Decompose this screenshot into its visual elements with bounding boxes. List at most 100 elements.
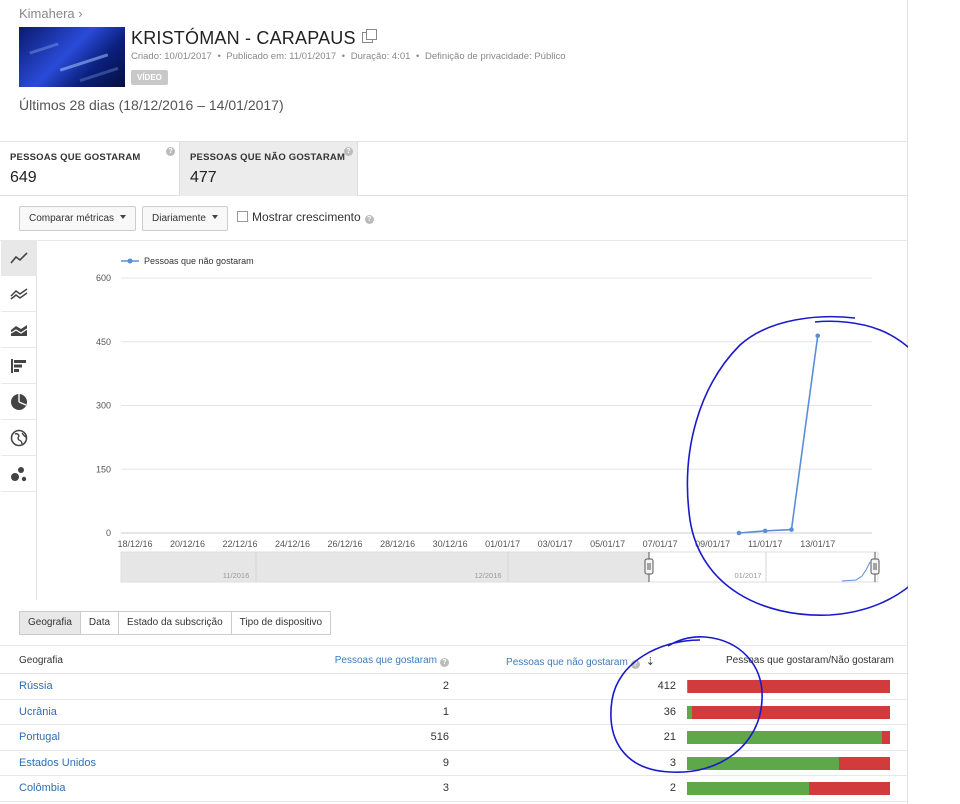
created-date: Criado: 10/01/2017: [131, 51, 212, 62]
table-header: Geografia Pessoas que gostaram? Pessoas …: [0, 645, 907, 674]
help-icon[interactable]: ?: [630, 660, 640, 669]
header-dislikes[interactable]: Pessoas que não gostaram? ⇣: [506, 655, 655, 669]
compare-metrics-label: Comparar métricas: [29, 213, 115, 224]
video-thumbnail[interactable]: [19, 27, 125, 87]
interval-label: Diariamente: [152, 213, 206, 224]
metric-tabs: PESSOAS QUE GOSTARAM 649 ? PESSOAS QUE N…: [0, 141, 907, 196]
ratio-bar-likes: [687, 705, 693, 719]
x-tick-label: 01/01/17: [485, 539, 520, 549]
ratio-bar-likes: [687, 782, 809, 796]
tab-date[interactable]: Data: [80, 611, 120, 635]
ratio-bar-likes: [687, 756, 840, 770]
table-row: Ucrânia 1 36: [0, 700, 907, 726]
data-point[interactable]: [789, 527, 794, 532]
header-likes[interactable]: Pessoas que gostaram?: [335, 655, 449, 667]
help-icon[interactable]: ?: [344, 147, 353, 156]
tab-device-type[interactable]: Tipo de dispositivo: [231, 611, 332, 635]
legend-marker: [127, 258, 133, 264]
navigator-handle[interactable]: [644, 558, 654, 575]
breadcrumb[interactable]: Kimahera ›: [19, 6, 83, 21]
country-link[interactable]: Estados Unidos: [19, 757, 96, 769]
x-tick-label: 07/01/17: [643, 539, 678, 549]
help-icon[interactable]: ?: [440, 658, 449, 667]
dimension-tabs: Geografia Data Estado da subscrição Tipo…: [19, 611, 332, 635]
likes-value: 3: [442, 782, 449, 795]
ratio-bar: [687, 731, 890, 745]
x-tick-label: 24/12/16: [275, 539, 310, 549]
likes-value: 2: [442, 680, 449, 692]
tab-geography[interactable]: Geografia: [19, 611, 81, 635]
published-date: Publicado em: 11/01/2017: [226, 51, 337, 62]
meta-separator: •: [341, 51, 346, 62]
date-range[interactable]: Últimos 28 dias (18/12/2016 – 14/01/2017…: [19, 97, 284, 113]
dislikes-value: 412: [657, 680, 676, 692]
metric-value: 649: [10, 169, 37, 186]
video-title-text: KRISTÓMAN - CARAPAUS: [131, 28, 356, 48]
dislikes-value: 36: [663, 705, 676, 718]
x-tick-label: 09/01/17: [695, 539, 730, 549]
growth-checkbox[interactable]: [237, 211, 248, 222]
page-margin: [908, 0, 960, 804]
ratio-bar: [687, 680, 890, 693]
navigator-masked: [121, 552, 649, 582]
x-tick-label: 26/12/16: [328, 539, 363, 549]
interval-dropdown[interactable]: Diariamente: [142, 206, 228, 231]
data-point[interactable]: [736, 530, 742, 536]
meta-separator: •: [416, 51, 420, 62]
geography-table: Geografia Pessoas que gostaram? Pessoas …: [0, 645, 907, 802]
header-ratio: Pessoas que gostaram/Não gostaram: [726, 655, 894, 666]
show-growth-toggle[interactable]: Mostrar crescimento?: [237, 210, 374, 224]
country-link[interactable]: Colômbia: [19, 782, 65, 794]
y-tick-label: 150: [96, 464, 111, 474]
sort-desc-icon[interactable]: ⇣: [646, 655, 655, 668]
table-row: Estados Unidos 9 3: [0, 751, 907, 777]
metric-label: PESSOAS QUE NÃO GOSTARAM: [190, 152, 346, 163]
country-link[interactable]: Rússia: [19, 680, 53, 692]
table-body: Rússia 2 412 Ucrânia 1 36 Portugal 516 21 Estados…: [0, 674, 907, 802]
compare-metrics-button[interactable]: Comparar métricas: [19, 206, 137, 231]
navigator-label: 11/2016: [223, 571, 250, 580]
metric-likes[interactable]: PESSOAS QUE GOSTARAM 649 ?: [0, 142, 179, 196]
dislikes-value: 2: [669, 782, 676, 795]
ratio-bar: [687, 705, 890, 719]
help-icon[interactable]: ?: [364, 215, 374, 224]
likes-value: 1: [442, 705, 449, 718]
table-row: Rússia 2 412: [0, 674, 907, 700]
x-tick-label: 20/12/16: [170, 539, 205, 549]
navigator-label: 12/2016: [474, 571, 501, 580]
y-tick-label: 0: [106, 528, 111, 538]
x-tick-label: 11/01/17: [748, 539, 782, 549]
chevron-down-icon: [120, 215, 127, 219]
likes-value: 9: [442, 756, 449, 769]
likes-value: 516: [430, 731, 449, 744]
metric-value: 477: [190, 169, 217, 186]
x-tick-label: 28/12/16: [380, 539, 415, 549]
navigator-handle[interactable]: [870, 558, 880, 575]
series-line: [738, 335, 819, 534]
help-icon[interactable]: ?: [166, 147, 175, 156]
country-link[interactable]: Ucrânia: [19, 706, 57, 718]
ratio-bar: [687, 756, 890, 770]
metric-dislikes[interactable]: PESSOAS QUE NÃO GOSTARAM 477 ?: [179, 142, 358, 196]
ratio-bar-likes: [687, 680, 688, 693]
data-point[interactable]: [762, 528, 768, 534]
video-title: KRISTÓMAN - CARAPAUS: [131, 28, 377, 49]
growth-label: Mostrar crescimento: [252, 210, 361, 224]
x-tick-label: 03/01/17: [538, 539, 573, 549]
data-point[interactable]: [815, 333, 821, 339]
dislikes-value: 3: [669, 756, 676, 769]
x-tick-label: 30/12/16: [433, 539, 468, 549]
duration: Duração: 4:01: [350, 51, 411, 62]
header-dislikes-label: Pessoas que não gostaram: [506, 657, 628, 668]
ratio-bar-likes: [687, 731, 883, 745]
table-row: Colômbia 3 2: [0, 776, 907, 802]
external-link-icon[interactable]: [361, 29, 377, 43]
navigator-series: [841, 561, 871, 582]
table-row: Portugal 516 21: [0, 725, 907, 751]
x-tick-label: 18/12/16: [117, 539, 152, 549]
metric-label: PESSOAS QUE GOSTARAM: [10, 152, 141, 163]
tab-subscription-status[interactable]: Estado da subscrição: [119, 611, 232, 635]
privacy-setting: Definição de privacidade: Público: [425, 51, 566, 62]
country-link[interactable]: Portugal: [19, 731, 60, 743]
header-geography[interactable]: Geografia: [19, 655, 63, 666]
